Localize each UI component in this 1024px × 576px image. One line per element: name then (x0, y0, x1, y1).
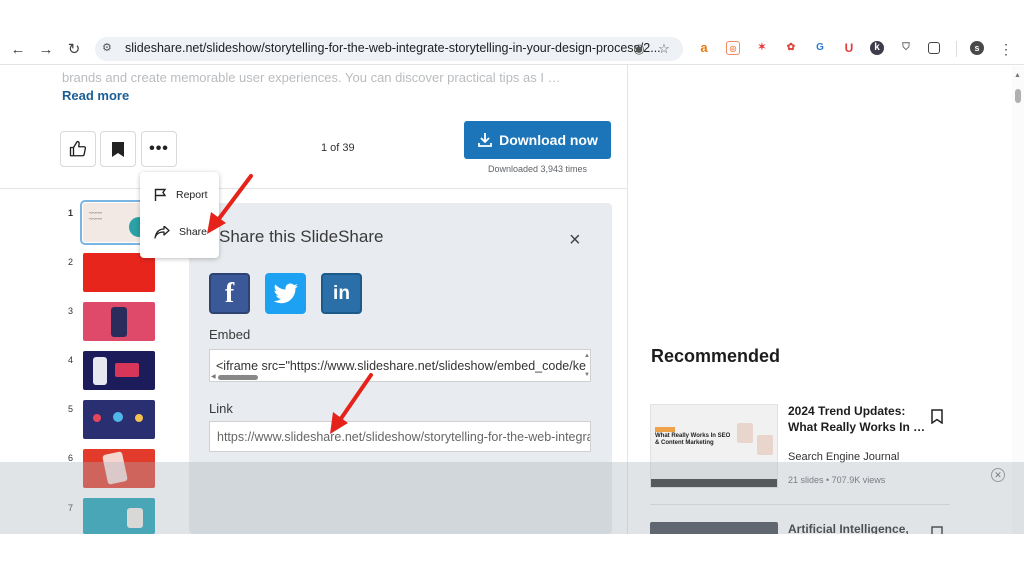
download-icon (478, 133, 493, 147)
embed-code-text: <iframe src="https://www.slideshare.net/… (216, 359, 586, 373)
download-label: Download now (499, 132, 598, 148)
scroll-down-arrow-icon[interactable]: ▼ (584, 372, 590, 378)
thumbnail-art (135, 414, 143, 422)
close-icon[interactable]: ✕ (991, 468, 1005, 482)
bookmark-star-icon[interactable]: ☆ (656, 41, 672, 57)
read-more-link[interactable]: Read more (62, 88, 129, 103)
more-options-button[interactable]: ••• (141, 131, 177, 167)
slide-thumbnail[interactable] (83, 351, 155, 390)
thumbnail-number: 4 (68, 355, 74, 365)
kebab-menu-icon[interactable]: ⋮ (996, 39, 1016, 59)
like-button[interactable] (60, 131, 96, 167)
slide-thumbnail[interactable] (83, 302, 155, 341)
scrollbar-thumb[interactable] (1015, 89, 1021, 103)
linkedin-icon: in (333, 282, 350, 304)
butterfly-extension-icon[interactable]: ✶ (755, 41, 769, 55)
more-options-menu: Report Share (140, 172, 219, 258)
description-text: brands and create memorable user experie… (62, 70, 561, 85)
save-bookmark-button[interactable] (100, 131, 136, 167)
thumbnail-number: 5 (68, 404, 74, 414)
extension-icon[interactable]: k (870, 41, 884, 55)
scroll-left-arrow-icon[interactable]: ◀ (211, 373, 216, 380)
recommended-title-line[interactable]: 2024 Trend Updates: (788, 404, 905, 419)
overlay-banner (0, 462, 1024, 534)
extension-icon[interactable]: ✿ (784, 41, 798, 55)
recommended-title-line[interactable]: What Really Works In … (788, 420, 925, 435)
recommended-heading: Recommended (651, 346, 781, 366)
thumbnail-art (655, 427, 675, 432)
link-url-text: https://www.slideshare.net/slideshow/sto… (217, 430, 591, 444)
menu-item-share[interactable]: Share (154, 222, 207, 242)
page: ← → ↻ ⚙ slideshare.net/slideshow/storyte… (0, 0, 1024, 576)
menu-item-label: Report (176, 189, 208, 201)
slide-thumbnail[interactable] (83, 253, 155, 292)
download-button[interactable]: Download now (464, 121, 611, 159)
share-icon (154, 225, 170, 239)
toolbar-divider (956, 41, 957, 57)
thumbnail-art: ~~~~ ~~~~ (89, 211, 102, 223)
linkedin-share-button[interactable]: in (321, 273, 362, 314)
extension-icon[interactable]: ◎ (726, 41, 740, 55)
thumbnail-number: 2 (68, 257, 74, 267)
extensions-puzzle-icon[interactable] (928, 42, 940, 54)
facebook-share-button[interactable]: f (209, 273, 250, 314)
extension-icon[interactable]: G (813, 41, 827, 55)
twitter-share-button[interactable] (265, 273, 306, 314)
thumbnail-art (737, 423, 753, 443)
thumbnail-number: 3 (68, 306, 74, 316)
embed-code-field[interactable]: <iframe src="https://www.slideshare.net/… (209, 349, 591, 382)
download-count: Downloaded 3,943 times (488, 164, 588, 174)
more-dots-icon: ••• (149, 140, 169, 157)
bookmark-icon (112, 141, 124, 157)
twitter-icon (273, 282, 298, 303)
toolbar-divider (0, 64, 1024, 65)
site-info-icon[interactable]: ⚙ (102, 41, 116, 55)
thumbnail-art (115, 363, 139, 377)
extension-icon[interactable]: U (842, 41, 856, 55)
scroll-up-arrow-icon[interactable]: ▲ (584, 353, 590, 359)
reload-icon[interactable]: ↻ (64, 39, 84, 59)
amazon-extension-icon[interactable]: a (697, 41, 711, 55)
profile-avatar[interactable]: s (970, 41, 984, 55)
thumbnail-art (757, 435, 773, 455)
menu-item-report[interactable]: Report (154, 185, 208, 205)
content-divider (0, 188, 627, 189)
slide-thumbnail[interactable] (83, 400, 155, 439)
shield-extension-icon[interactable]: ⛉ (899, 41, 913, 55)
link-label: Link (209, 401, 233, 416)
thumbnail-number: 1 (68, 208, 74, 218)
thumbs-up-icon (69, 140, 87, 157)
embed-label: Embed (209, 327, 251, 342)
scroll-up-arrow-icon[interactable]: ▲ (1014, 72, 1021, 79)
eye-off-icon[interactable]: ◉ (631, 41, 647, 57)
bookmark-icon[interactable] (931, 409, 943, 424)
thumbnail-art (93, 414, 101, 422)
link-field[interactable]: https://www.slideshare.net/slideshow/sto… (209, 421, 591, 452)
flag-icon (154, 188, 167, 201)
menu-item-label: Share (179, 226, 208, 238)
page-counter: 1 of 39 (321, 142, 355, 154)
embed-horizontal-scrollbar[interactable] (218, 375, 258, 380)
back-icon[interactable]: ← (8, 39, 28, 59)
url-text: slideshare.net/slideshow/storytelling-fo… (125, 41, 661, 55)
thumbnail-art (113, 412, 123, 422)
thumbnail-art (93, 357, 107, 385)
bottom-margin (0, 534, 1024, 576)
forward-icon[interactable]: → (36, 39, 56, 59)
address-bar[interactable]: ⚙ slideshare.net/slideshow/storytelling-… (95, 37, 683, 61)
browser-toolbar: ← → ↻ ⚙ slideshare.net/slideshow/storyte… (0, 37, 1024, 63)
facebook-icon: f (224, 277, 235, 309)
thumbnail-heading: What Really Works In SEO & Content Marke… (655, 433, 731, 446)
thumbnail-art (111, 307, 127, 337)
close-icon[interactable]: × (569, 229, 581, 252)
share-dialog-title: Share this SlideShare (219, 227, 384, 246)
